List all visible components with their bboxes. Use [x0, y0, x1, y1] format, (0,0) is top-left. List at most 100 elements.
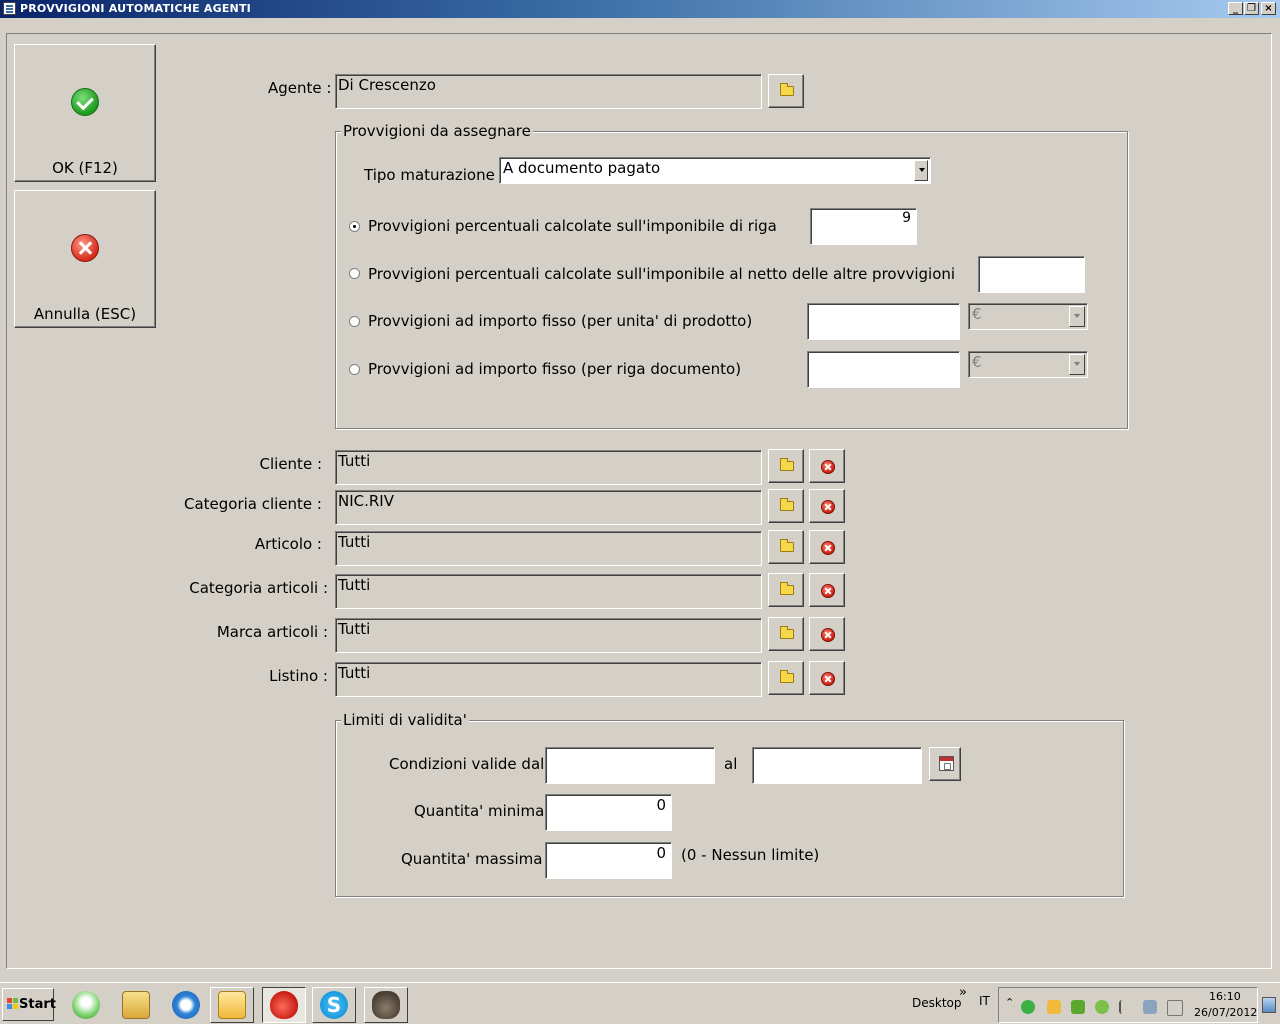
data-al-input[interactable]	[752, 747, 922, 784]
chevron-down-icon[interactable]	[1069, 354, 1085, 375]
sync-icon[interactable]	[1095, 1000, 1109, 1014]
fisso-riga-input[interactable]	[807, 351, 960, 388]
condizioni-dal-label: Condizioni valide dal	[389, 755, 545, 773]
internet-explorer-button[interactable]	[164, 987, 208, 1023]
mail-icon[interactable]	[1047, 1000, 1061, 1014]
folder-icon	[780, 458, 794, 471]
percentuale-riga-value: 9	[902, 210, 911, 226]
categoria-cliente-label: Categoria cliente :	[183, 495, 322, 513]
fisso-unita-input[interactable]	[807, 303, 960, 340]
listino-browse-button[interactable]	[768, 661, 804, 695]
agente-value: Di Crescenzo	[338, 76, 436, 94]
show-desktop-icon[interactable]	[1262, 997, 1276, 1013]
explorer-button[interactable]	[114, 987, 158, 1023]
categoria-cliente-field[interactable]: NIC.RIV	[335, 490, 762, 525]
security-check-icon[interactable]	[1021, 1000, 1035, 1014]
network-device-icon[interactable]	[1071, 1000, 1085, 1014]
quantita-massima-input[interactable]: 0	[545, 842, 672, 879]
chevron-up-icon[interactable]: ⌃	[1005, 996, 1014, 1009]
radio-percentuale-riga[interactable]	[349, 221, 360, 232]
percentuale-netto-input[interactable]	[978, 256, 1085, 293]
start-label: Start	[19, 997, 56, 1012]
fisso-unita-currency-value: €	[972, 305, 982, 323]
desktop-toolbar-label[interactable]: Desktop	[912, 996, 962, 1010]
fisso-riga-currency-value: €	[972, 353, 982, 371]
ok-button[interactable]: OK (F12)	[14, 44, 156, 182]
app-icon	[3, 2, 16, 15]
orb-icon-button[interactable]	[64, 987, 108, 1023]
title-bar: PROVVIGIONI AUTOMATICHE AGENTI _ ❐ ×	[0, 0, 1280, 18]
condizioni-al-label: al	[724, 755, 738, 773]
fisso-unita-currency-select[interactable]: €	[968, 303, 1088, 330]
volume-icon[interactable]	[1167, 1000, 1183, 1016]
articolo-field[interactable]: Tutti	[335, 531, 762, 566]
categoria-articoli-value: Tutti	[338, 576, 371, 594]
data-dal-input[interactable]	[545, 747, 715, 784]
windows-logo-icon	[7, 998, 19, 1010]
folder-icon	[780, 539, 794, 552]
marca-articoli-value: Tutti	[338, 620, 371, 638]
calendar-button[interactable]	[929, 747, 961, 781]
outlook-button[interactable]	[210, 987, 254, 1023]
quantita-minima-value: 0	[656, 796, 666, 814]
calendar-icon	[939, 756, 954, 771]
cliente-clear-button[interactable]	[809, 449, 845, 483]
listino-field[interactable]: Tutti	[335, 662, 762, 697]
restore-button[interactable]: ❐	[1244, 2, 1259, 15]
percentuale-riga-input[interactable]: 9	[810, 208, 917, 245]
agente-browse-button[interactable]	[768, 74, 804, 108]
quantita-massima-label: Quantita' massima	[401, 850, 543, 868]
radio-fisso-riga[interactable]	[349, 364, 360, 375]
categoria-cliente-browse-button[interactable]	[768, 489, 804, 523]
gimp-button[interactable]	[364, 987, 408, 1023]
explorer-folder-icon	[122, 991, 150, 1019]
folder-icon	[780, 83, 794, 96]
marca-articoli-clear-button[interactable]	[809, 617, 845, 651]
chevron-down-icon[interactable]	[914, 160, 928, 181]
provvigioni-group-title: Provvigioni da assegnare	[341, 122, 533, 140]
minimize-button[interactable]: _	[1228, 2, 1243, 15]
network-icon[interactable]	[1143, 1000, 1157, 1014]
clock-date[interactable]: 26/07/2012	[1194, 1006, 1257, 1019]
cliente-field[interactable]: Tutti	[335, 450, 762, 485]
categoria-articoli-browse-button[interactable]	[768, 573, 804, 607]
close-button[interactable]: ×	[1261, 2, 1276, 15]
chevron-down-icon[interactable]	[1069, 306, 1085, 327]
clock-time[interactable]: 16:10	[1209, 990, 1241, 1003]
marca-articoli-browse-button[interactable]	[768, 617, 804, 651]
option-percentuale-netto-label: Provvigioni percentuali calcolate sull'i…	[368, 265, 956, 283]
marca-articoli-label: Marca articoli :	[216, 623, 328, 641]
articolo-value: Tutti	[338, 533, 371, 551]
cancel-button-label: Annulla (ESC)	[33, 305, 137, 323]
folder-icon	[780, 498, 794, 511]
radio-fisso-unita[interactable]	[349, 316, 360, 327]
articolo-browse-button[interactable]	[768, 530, 804, 564]
strawberry-app-button[interactable]	[262, 987, 306, 1023]
skype-icon: S	[320, 991, 348, 1019]
fisso-riga-currency-select[interactable]: €	[968, 351, 1088, 378]
toolbar-chevron[interactable]: »	[959, 985, 967, 1000]
folder-icon	[780, 626, 794, 639]
categoria-cliente-clear-button[interactable]	[809, 489, 845, 523]
skype-button[interactable]: S	[312, 987, 356, 1023]
quantita-massima-value: 0	[656, 844, 666, 862]
articolo-clear-button[interactable]	[809, 530, 845, 564]
delete-icon	[821, 672, 835, 686]
categoria-articoli-field[interactable]: Tutti	[335, 574, 762, 609]
marca-articoli-field[interactable]: Tutti	[335, 618, 762, 653]
taskbar: Start S Desktop » IT ⌃ 16:10 26/07/2012	[0, 982, 1280, 1024]
start-button[interactable]: Start	[2, 988, 56, 1021]
cancel-button[interactable]: Annulla (ESC)	[14, 190, 156, 328]
agente-field[interactable]: Di Crescenzo	[335, 74, 762, 109]
quantita-minima-input[interactable]: 0	[545, 794, 672, 831]
radio-percentuale-netto[interactable]	[349, 268, 360, 279]
listino-clear-button[interactable]	[809, 661, 845, 695]
tipo-maturazione-select[interactable]: A documento pagato	[499, 157, 931, 184]
delete-icon	[821, 541, 835, 555]
delete-icon	[821, 628, 835, 642]
categoria-articoli-clear-button[interactable]	[809, 573, 845, 607]
cliente-browse-button[interactable]	[768, 449, 804, 483]
flag-icon[interactable]	[1119, 1000, 1135, 1014]
language-indicator[interactable]: IT	[979, 994, 990, 1008]
delete-icon	[821, 460, 835, 474]
